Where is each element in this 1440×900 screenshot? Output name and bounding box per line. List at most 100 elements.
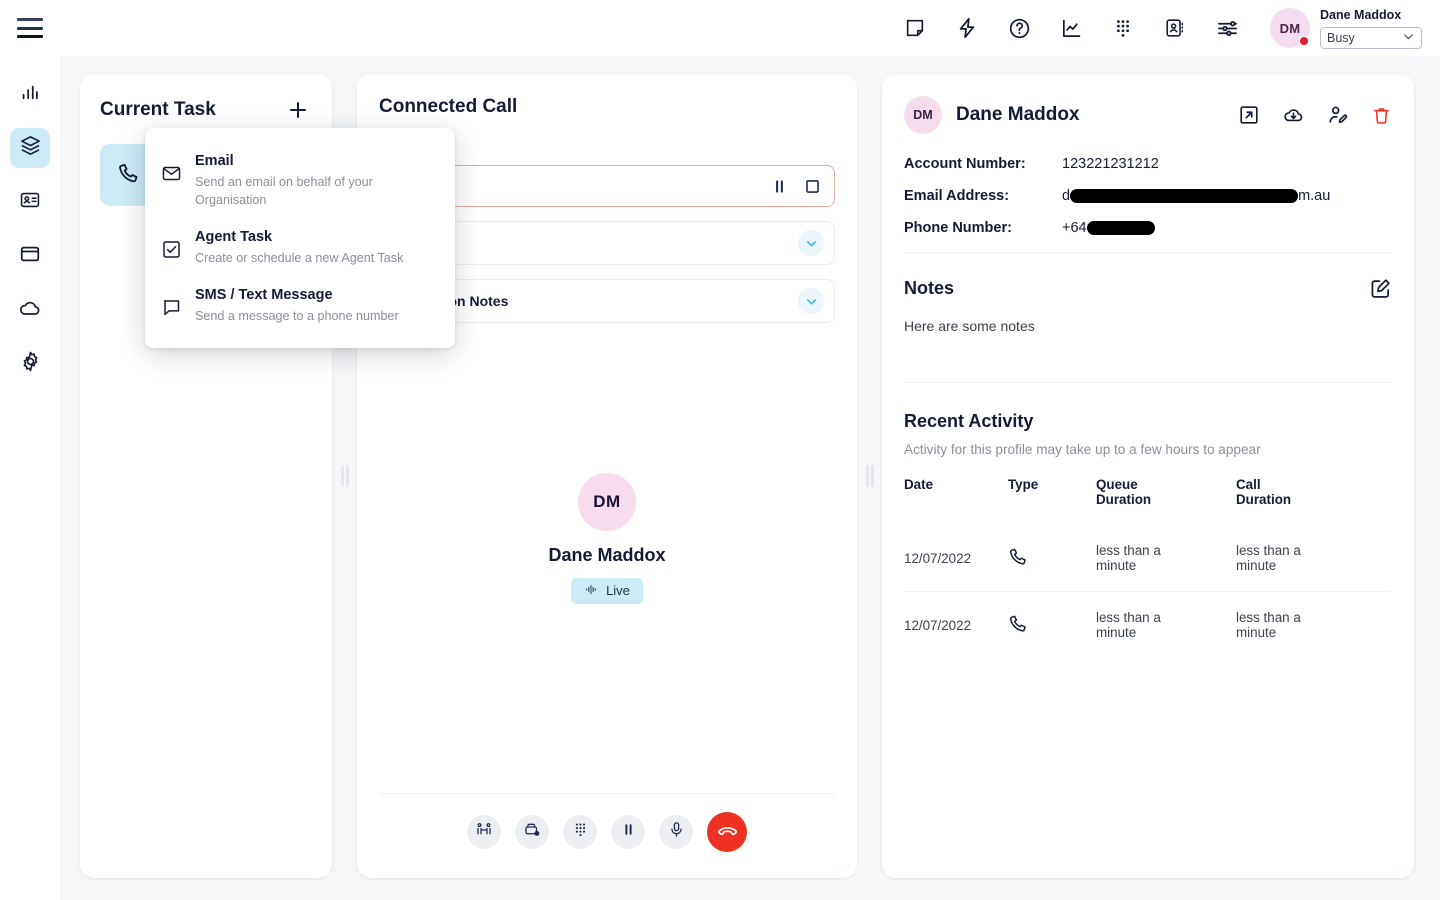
contact-field-value: +64 [1062, 220, 1155, 236]
table-header-row: Date Type Queue Duration Call Duration [904, 477, 1390, 525]
contact-field-label: Account Number: [904, 156, 1062, 172]
cell-date: 12/07/2022 [904, 592, 1008, 659]
sidebar-item-contacts[interactable] [10, 182, 50, 222]
table-body: 12/07/2022 less than a minute less than … [904, 525, 1390, 658]
contact-field-account-number: Account Number: 123221231212 [904, 156, 1392, 172]
cell-queue-duration: less than a minute [1096, 525, 1236, 592]
mute-button[interactable] [659, 815, 693, 849]
recent-activity-header: Recent Activity [882, 383, 1414, 432]
column-header-text: Queue Duration [1096, 477, 1168, 507]
column-header-type: Type [1008, 477, 1096, 525]
menu-item-subtitle: Create or schedule a new Agent Task [195, 249, 403, 267]
email-suffix: m.au [1298, 188, 1330, 204]
menu-item-sms[interactable]: SMS / Text Message Send a message to a p… [145, 276, 455, 334]
table-header: Date Type Queue Duration Call Duration [904, 477, 1390, 525]
contact-field-phone-number: Phone Number: +64 [904, 220, 1392, 236]
cell-call-duration: less than a minute [1236, 525, 1390, 592]
bar-chart-icon [19, 81, 41, 108]
stop-icon[interactable] [803, 177, 822, 196]
cell-queue-duration: less than a minute [1096, 592, 1236, 659]
status-badge-label: Live [606, 583, 630, 598]
top-bar: DM Dane Maddox Busy [0, 0, 1440, 56]
menu-item-subtitle: Send a message to a phone number [195, 307, 399, 325]
pause-icon[interactable] [770, 177, 789, 196]
pause-icon [620, 821, 637, 843]
cell-text: less than a minute [1236, 610, 1310, 640]
hold-button[interactable] [611, 815, 645, 849]
contact-field-label: Email Address: [904, 188, 1062, 204]
microphone-icon [668, 821, 685, 843]
phone-icon [1008, 622, 1029, 637]
notes-header: Notes [882, 253, 1414, 300]
chevron-down-icon[interactable] [798, 230, 824, 256]
top-bar-actions: DM Dane Maddox Busy [902, 7, 1440, 48]
recent-activity-subtitle: Activity for this profile may take up to… [882, 432, 1414, 457]
column-header-queue-duration: Queue Duration [1096, 477, 1236, 525]
cell-text: less than a minute [1096, 610, 1170, 640]
app-root: DM Dane Maddox Busy [0, 0, 1440, 900]
cell-text: less than a minute [1096, 543, 1170, 573]
park-call-button[interactable] [515, 815, 549, 849]
user-menu[interactable]: DM Dane Maddox Busy [1270, 7, 1422, 48]
help-icon[interactable] [1006, 15, 1032, 41]
sidebar-item-workspace[interactable] [10, 128, 50, 168]
phone-icon [1008, 555, 1029, 570]
note-icon[interactable] [902, 15, 928, 41]
cell-type [1008, 525, 1096, 592]
hamburger-icon[interactable] [17, 18, 43, 38]
table-row[interactable]: 12/07/2022 less than a minute less than … [904, 525, 1390, 592]
phone-icon [117, 161, 141, 190]
table-row[interactable]: 12/07/2022 less than a minute less than … [904, 592, 1390, 659]
external-link-icon[interactable] [1238, 104, 1260, 126]
contact-name: Dane Maddox [956, 104, 1080, 126]
menu-item-subtitle: Send an email on behalf of your Organisa… [195, 173, 439, 209]
contacts-icon[interactable] [1162, 15, 1188, 41]
sidebar-item-windows[interactable] [10, 236, 50, 276]
gear-icon [19, 350, 42, 378]
status-select-value: Busy [1327, 31, 1402, 45]
sidebar-item-reports[interactable] [10, 74, 50, 114]
contact-field-value: d m.au [1062, 188, 1330, 204]
lightning-icon[interactable] [954, 15, 980, 41]
sidebar-item-cloud[interactable] [10, 290, 50, 330]
column-header-call-duration: Call Duration [1236, 477, 1390, 525]
column-header-text: Call Duration [1236, 477, 1308, 507]
analytics-icon[interactable] [1058, 15, 1084, 41]
contact-avatar: DM [904, 96, 942, 134]
contact-fields: Account Number: 123221231212 Email Addre… [882, 134, 1414, 236]
current-task-header: Current Task [80, 74, 332, 124]
contact-header: DM Dane Maddox [882, 74, 1414, 134]
avatar[interactable]: DM [1270, 8, 1310, 48]
hangup-button[interactable] [707, 812, 747, 852]
preferences-icon[interactable] [1214, 15, 1240, 41]
transfer-icon [475, 821, 493, 844]
contact-actions [1238, 104, 1392, 127]
column-header-date: Date [904, 477, 1008, 525]
edit-icon[interactable] [1369, 277, 1392, 300]
dialpad-button[interactable] [563, 815, 597, 849]
notes-body: Here are some notes [882, 300, 1414, 334]
cell-call-duration: less than a minute [1236, 592, 1390, 659]
cell-date: 12/07/2022 [904, 525, 1008, 592]
add-task-button[interactable] [284, 96, 312, 124]
transfer-button[interactable] [467, 815, 501, 849]
trash-icon[interactable] [1371, 105, 1392, 126]
add-task-menu[interactable]: Email Send an email on behalf of your Or… [145, 128, 455, 348]
cloud-icon [18, 296, 42, 325]
menu-item-agent-task[interactable]: Agent Task Create or schedule a new Agen… [145, 218, 455, 276]
menu-item-title: Agent Task [195, 227, 403, 247]
resize-handle-right[interactable] [857, 74, 882, 878]
menu-item-email[interactable]: Email Send an email on behalf of your Or… [145, 142, 455, 218]
window-icon [19, 243, 41, 270]
status-select[interactable]: Busy [1320, 27, 1422, 49]
contact-field-label: Phone Number: [904, 220, 1062, 236]
caller-info: DM Dane Maddox Live [357, 283, 857, 793]
dialpad-icon[interactable] [1110, 15, 1136, 41]
recording-actions [770, 177, 822, 196]
contact-field-value: 123221231212 [1062, 156, 1159, 172]
user-edit-icon[interactable] [1327, 104, 1349, 126]
envelope-icon [161, 163, 183, 189]
email-prefix: d [1062, 188, 1070, 204]
sidebar-item-settings[interactable] [10, 344, 50, 384]
cloud-download-icon[interactable] [1282, 104, 1305, 127]
